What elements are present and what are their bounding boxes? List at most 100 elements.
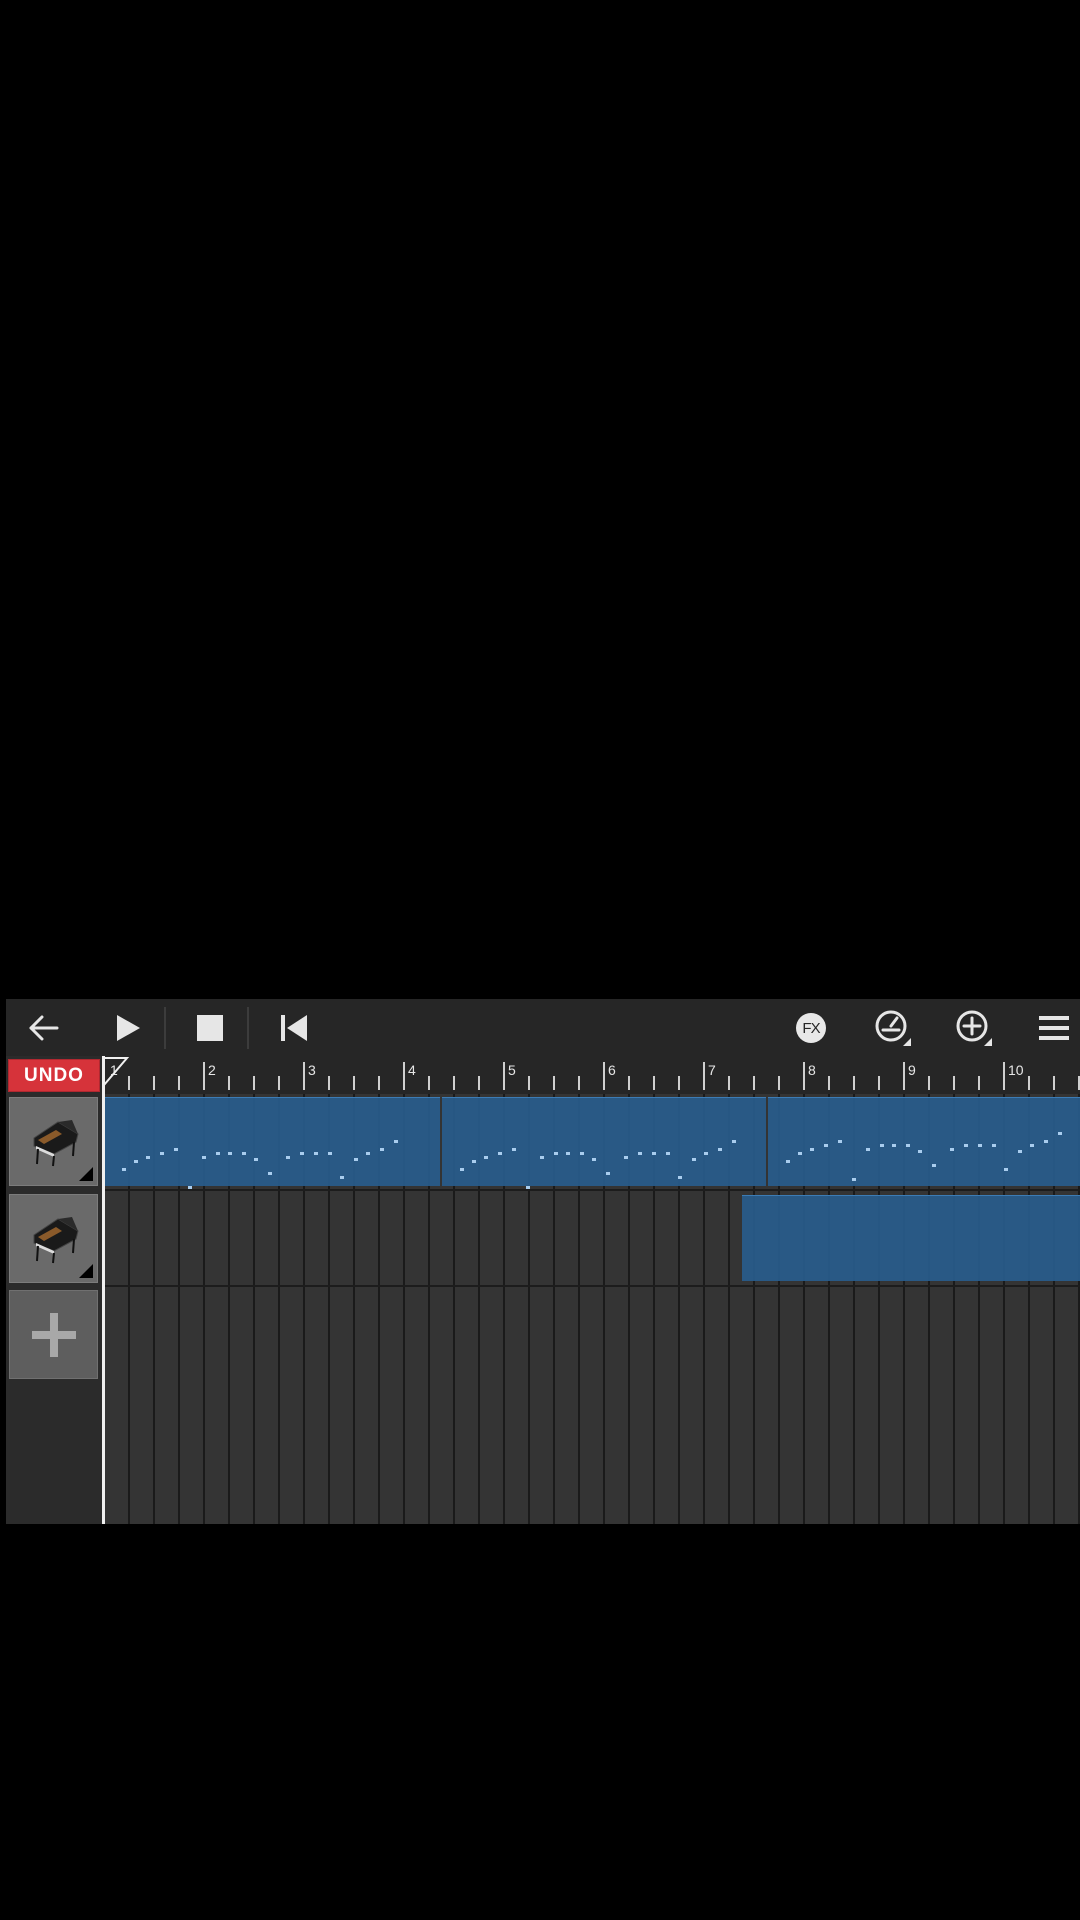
bar-tick bbox=[403, 1062, 405, 1090]
midi-note bbox=[906, 1144, 910, 1147]
beat-tick bbox=[728, 1076, 730, 1090]
add-track-button[interactable] bbox=[9, 1290, 98, 1379]
midi-note bbox=[918, 1150, 922, 1153]
midi-note bbox=[484, 1156, 488, 1159]
midi-note bbox=[460, 1168, 464, 1171]
midi-note bbox=[394, 1140, 398, 1143]
grand-piano-icon bbox=[33, 1120, 79, 1167]
bar-tick bbox=[1003, 1062, 1005, 1090]
midi-note bbox=[472, 1160, 476, 1163]
midi-note bbox=[202, 1156, 206, 1159]
beat-tick bbox=[353, 1076, 355, 1090]
midi-note bbox=[798, 1152, 802, 1155]
midi-note bbox=[134, 1160, 138, 1163]
beat-tick bbox=[953, 1076, 955, 1090]
playhead[interactable] bbox=[102, 1056, 105, 1524]
beat-tick bbox=[528, 1076, 530, 1090]
hamburger-menu-icon bbox=[1039, 1016, 1069, 1040]
midi-note bbox=[366, 1152, 370, 1155]
midi-note bbox=[978, 1144, 982, 1147]
beat-tick bbox=[778, 1076, 780, 1090]
bar-number: 4 bbox=[408, 1062, 416, 1078]
midi-note bbox=[704, 1152, 708, 1155]
grand-piano-icon bbox=[33, 1217, 79, 1264]
track-options-indicator bbox=[79, 1264, 93, 1278]
beat-tick bbox=[278, 1076, 280, 1090]
midi-note bbox=[354, 1158, 358, 1161]
sequencer-panel: FX UNDO 1 2 3 4 5 6 7 8 9 10 bbox=[6, 999, 1080, 1524]
midi-note bbox=[838, 1140, 842, 1143]
undo-button[interactable]: UNDO bbox=[8, 1059, 100, 1092]
midi-note bbox=[146, 1156, 150, 1159]
midi-note bbox=[580, 1152, 584, 1155]
midi-note bbox=[592, 1158, 596, 1161]
menu-button[interactable] bbox=[1030, 1005, 1078, 1051]
track-options-indicator bbox=[79, 1167, 93, 1181]
midi-note bbox=[566, 1152, 570, 1155]
midi-note bbox=[314, 1152, 318, 1155]
rewind-button[interactable] bbox=[270, 1005, 318, 1051]
fx-button[interactable]: FX bbox=[787, 1005, 835, 1051]
beat-tick bbox=[678, 1076, 680, 1090]
midi-note bbox=[1058, 1132, 1062, 1135]
bar-tick bbox=[303, 1062, 305, 1090]
beat-tick bbox=[178, 1076, 180, 1090]
midi-note bbox=[526, 1186, 530, 1189]
bar-number: 7 bbox=[708, 1062, 716, 1078]
midi-note bbox=[328, 1152, 332, 1155]
beat-tick bbox=[253, 1076, 255, 1090]
track-1-instrument-button[interactable] bbox=[9, 1097, 98, 1186]
bar-number: 8 bbox=[808, 1062, 816, 1078]
midi-note bbox=[892, 1144, 896, 1147]
metronome-button[interactable] bbox=[869, 1005, 917, 1051]
add-button[interactable] bbox=[950, 1005, 998, 1051]
midi-note bbox=[540, 1156, 544, 1159]
toolbar: FX bbox=[6, 999, 1080, 1056]
beat-tick bbox=[653, 1076, 655, 1090]
timeline-ruler[interactable]: 1 2 3 4 5 6 7 8 9 10 bbox=[103, 1056, 1080, 1094]
track-2-instrument-button[interactable] bbox=[9, 1194, 98, 1283]
bar-number: 10 bbox=[1008, 1062, 1024, 1078]
midi-note bbox=[286, 1156, 290, 1159]
playhead-flag[interactable] bbox=[103, 1057, 133, 1087]
track-1-clip[interactable] bbox=[442, 1097, 766, 1189]
midi-note bbox=[1018, 1150, 1022, 1153]
skip-to-start-icon bbox=[281, 1015, 307, 1041]
beat-tick bbox=[378, 1076, 380, 1090]
stop-button[interactable] bbox=[186, 1005, 234, 1051]
midi-note bbox=[652, 1152, 656, 1155]
bar-number: 3 bbox=[308, 1062, 316, 1078]
midi-note bbox=[606, 1172, 610, 1175]
midi-note bbox=[1044, 1140, 1048, 1143]
stop-icon bbox=[197, 1015, 223, 1041]
beat-tick bbox=[928, 1076, 930, 1090]
midi-note bbox=[678, 1176, 682, 1179]
beat-tick bbox=[328, 1076, 330, 1090]
midi-note bbox=[824, 1144, 828, 1147]
track-1-clip[interactable] bbox=[768, 1097, 1080, 1186]
back-button[interactable] bbox=[20, 1005, 68, 1051]
midi-note bbox=[950, 1148, 954, 1151]
midi-note bbox=[624, 1156, 628, 1159]
midi-note bbox=[810, 1148, 814, 1151]
beat-tick bbox=[1028, 1076, 1030, 1090]
bar-tick bbox=[203, 1062, 205, 1090]
beat-tick bbox=[153, 1076, 155, 1090]
beat-tick bbox=[1053, 1076, 1055, 1090]
track-2-clip[interactable] bbox=[742, 1195, 1080, 1281]
midi-note bbox=[666, 1152, 670, 1155]
plus-icon bbox=[31, 1312, 76, 1357]
play-button[interactable] bbox=[104, 1005, 152, 1051]
metronome-icon bbox=[875, 1010, 911, 1046]
midi-note bbox=[992, 1144, 996, 1147]
midi-note bbox=[692, 1158, 696, 1161]
beat-tick bbox=[553, 1076, 555, 1090]
midi-note bbox=[174, 1148, 178, 1151]
midi-note bbox=[300, 1152, 304, 1155]
play-icon bbox=[117, 1015, 140, 1041]
track-1-clip[interactable] bbox=[104, 1097, 440, 1189]
bar-tick bbox=[503, 1062, 505, 1090]
midi-note bbox=[160, 1152, 164, 1155]
beat-tick bbox=[428, 1076, 430, 1090]
midi-note bbox=[1004, 1168, 1008, 1171]
